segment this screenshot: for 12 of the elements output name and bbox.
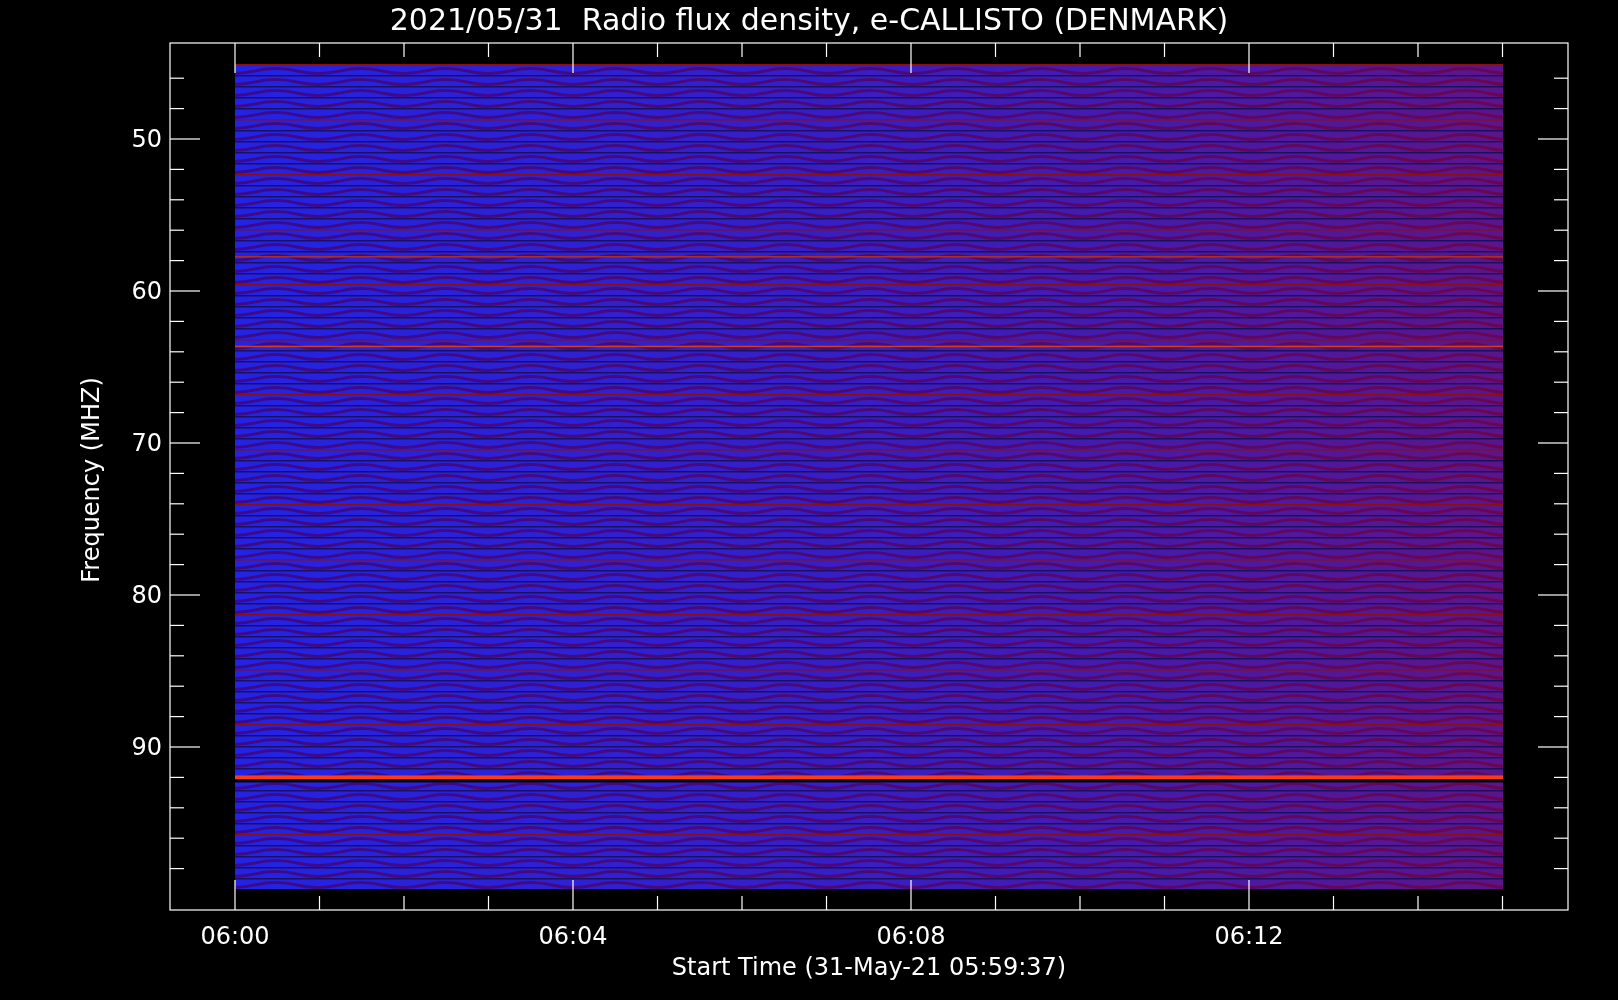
x-axis-label: Start Time (31-May-21 05:59:37) <box>671 953 1067 981</box>
x-tick-label: 06:12 <box>1214 922 1284 950</box>
x-tick-label: 06:04 <box>538 922 608 950</box>
y-tick-label: 70 <box>131 429 162 457</box>
x-tick-label: 06:00 <box>200 922 270 950</box>
y-tick-label: 90 <box>131 733 162 761</box>
x-tick-label: 06:08 <box>876 922 946 950</box>
y-tick-label: 50 <box>131 125 162 153</box>
y-tick-label: 80 <box>131 581 162 609</box>
y-tick-label: 60 <box>131 277 162 305</box>
y-axis-label: Frequency (MHZ) <box>77 377 105 583</box>
chart-title: 2021/05/31 Radio flux density, e-CALLISTO (DENMARK) <box>389 2 1229 37</box>
